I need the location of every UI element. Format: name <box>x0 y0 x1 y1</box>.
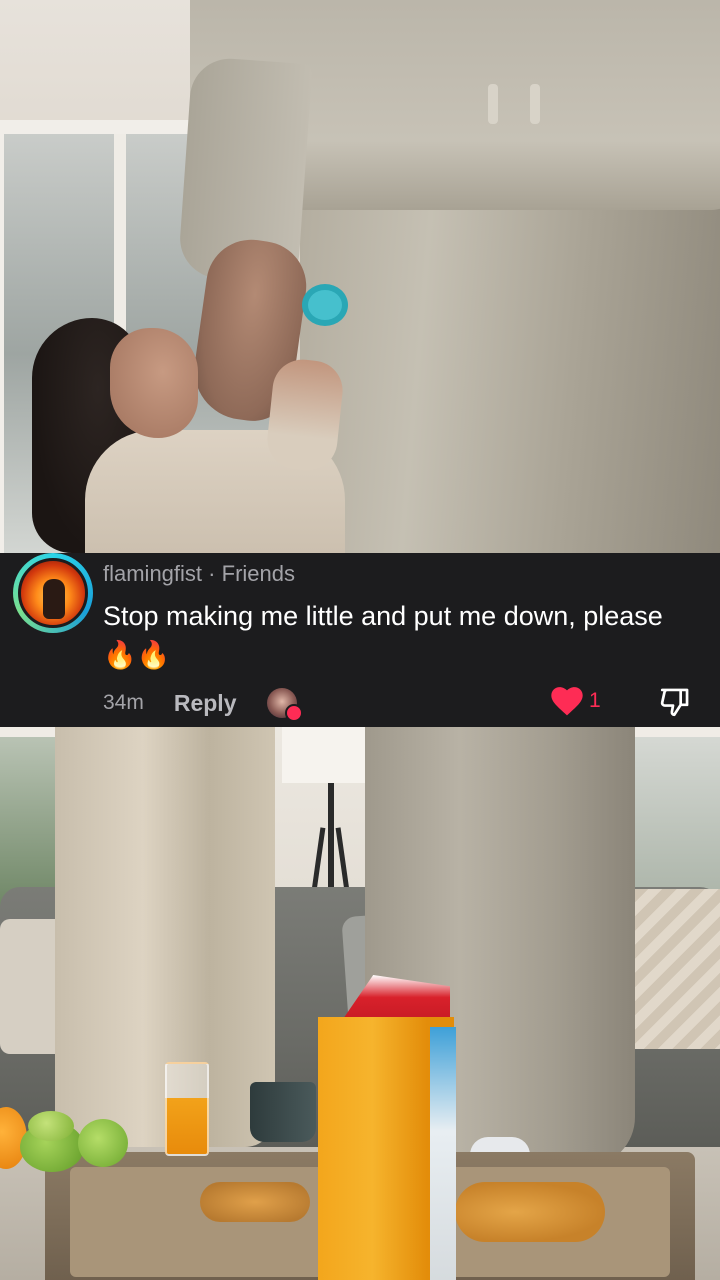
thumbs-down-icon[interactable] <box>658 685 692 719</box>
carton-side <box>430 1027 456 1280</box>
comment-actions: 34m Reply <box>103 683 303 723</box>
user-avatar[interactable] <box>13 553 93 633</box>
like-count: 1 <box>589 689 601 712</box>
creator-liked-avatar <box>266 688 303 722</box>
comment-meta: flamingfist · Friends <box>103 561 295 587</box>
heart-icon[interactable] <box>550 686 584 716</box>
creator-liked-heart-icon <box>284 704 303 722</box>
pacifier <box>302 284 348 326</box>
relation-label: Friends <box>221 561 295 586</box>
croissants <box>455 1182 605 1242</box>
pillow <box>620 889 720 1049</box>
comment-text: Stop making me little and put me down, p… <box>103 601 663 670</box>
woman-face <box>110 328 198 438</box>
comment-time: 34m <box>103 691 144 714</box>
croissants <box>200 1182 310 1222</box>
video-frame-top <box>0 0 720 553</box>
comment-card: flamingfist · Friends Stop making me lit… <box>0 553 720 727</box>
username[interactable]: flamingfist <box>103 561 202 586</box>
avatar-image <box>18 558 88 628</box>
juice-glass <box>165 1062 209 1156</box>
drawstring <box>488 84 498 124</box>
mug <box>250 1082 316 1142</box>
drawstring <box>530 84 540 124</box>
man-pants <box>300 150 720 553</box>
lamp-shade <box>282 727 378 783</box>
reply-button[interactable]: Reply <box>174 690 237 717</box>
apple <box>28 1111 74 1141</box>
video-frame-bottom <box>0 727 720 1280</box>
meta-separator: · <box>208 561 216 586</box>
apple <box>78 1119 128 1167</box>
